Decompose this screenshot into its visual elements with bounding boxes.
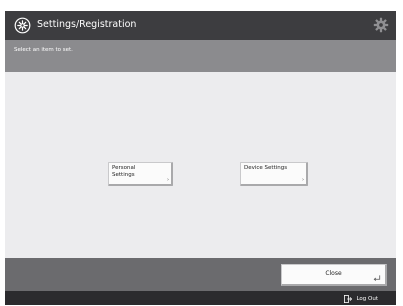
logout-label: Log Out (356, 295, 378, 302)
chevron-right-icon: › (302, 177, 304, 183)
device-settings-button[interactable]: Device Settings › (240, 162, 308, 186)
footer-bar: Close (5, 258, 396, 291)
close-button-label: Close (325, 270, 342, 277)
logout-button[interactable]: Log Out (344, 294, 378, 303)
return-arrow-icon (373, 275, 381, 281)
status-bar: Log Out (5, 291, 396, 305)
page-title: Settings/Registration (37, 19, 137, 30)
close-button[interactable]: Close (281, 264, 387, 286)
instruction-bar: Select an item to set. (5, 40, 396, 72)
device-settings-label: Device Settings (244, 165, 288, 171)
instruction-text: Select an item to set. (14, 47, 73, 53)
chevron-right-icon: › (167, 177, 169, 183)
settings-registration-icon (14, 17, 31, 34)
settings-registration-screen: Settings/Registration Select an item to … (5, 11, 396, 305)
logout-icon (344, 294, 353, 303)
personal-settings-label: Personal Settings (112, 165, 136, 178)
title-bar: Settings/Registration (5, 11, 396, 40)
menu-area: Personal Settings › Device Settings › (5, 72, 396, 258)
gear-icon[interactable] (373, 17, 389, 33)
personal-settings-button[interactable]: Personal Settings › (108, 162, 173, 186)
